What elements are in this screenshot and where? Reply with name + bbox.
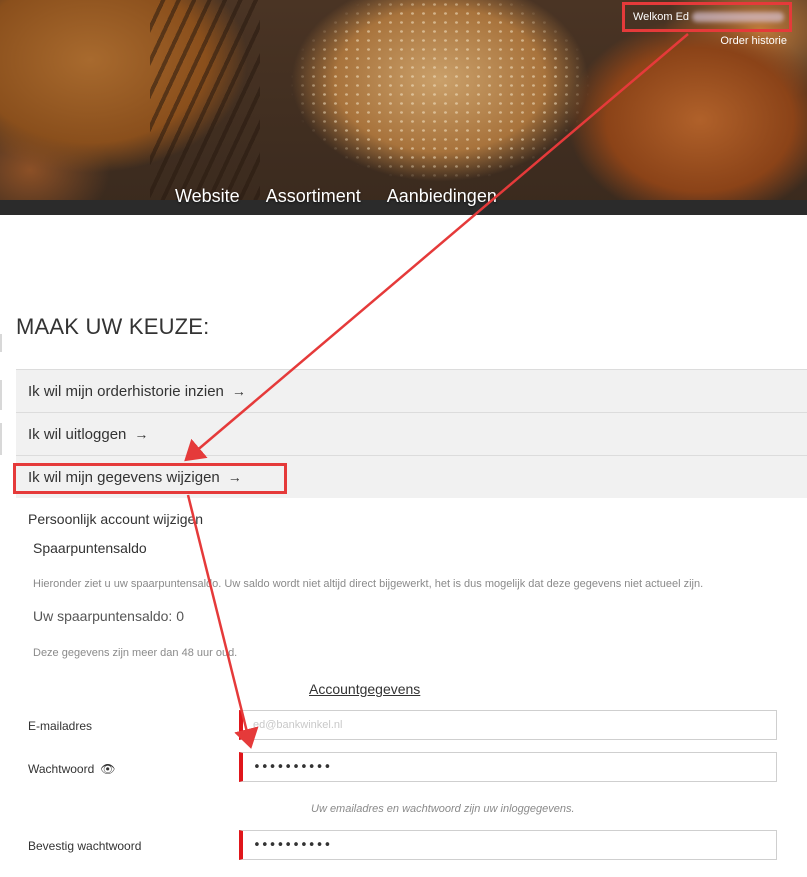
password-field[interactable] — [239, 752, 777, 782]
accordion-order-history[interactable]: Ik wil mijn orderhistorie inzien → — [16, 369, 807, 412]
accordion-label: Ik wil mijn orderhistorie inzien — [28, 382, 224, 400]
points-note: Hieronder ziet u uw spaarpuntensaldo. Uw… — [33, 578, 704, 590]
account-heading: Persoonlijk account wijzigen — [28, 511, 204, 527]
edge-divider — [0, 423, 2, 455]
arrow-right-icon: → — [134, 426, 149, 442]
age-note: Deze gegevens zijn meer dan 48 uur oud. — [33, 647, 238, 659]
header-banner — [0, 0, 807, 215]
accordion-label: Ik wil mijn gegevens wijzigen — [28, 468, 220, 486]
welcome-user[interactable]: Welkom Ed — [622, 2, 792, 32]
accordion-logout[interactable]: Ik wil uitloggen → — [16, 412, 807, 455]
order-history-link[interactable]: Order historie — [720, 35, 787, 47]
email-label: E-mailadres — [28, 719, 93, 733]
confirm-password-field[interactable] — [239, 830, 777, 860]
page-title: MAAK UW KEUZE: — [16, 314, 210, 339]
points-balance: Uw spaarpuntensaldo: 0 — [33, 608, 184, 624]
annotation-arrow — [186, 494, 259, 749]
password-label-text: Wachtwoord — [28, 762, 95, 776]
email-field[interactable] — [239, 710, 777, 740]
welcome-text: Welkom Ed — [633, 11, 690, 23]
eye-icon[interactable]: 👁 — [100, 762, 115, 776]
password-label: Wachtwoord 👁 — [28, 762, 115, 776]
arrow-right-icon: → — [227, 469, 242, 485]
blurred-username — [692, 12, 785, 23]
confirm-password-label: Bevestig wachtwoord — [28, 839, 142, 853]
nav-aanbiedingen[interactable]: Aanbiedingen — [387, 186, 497, 207]
arrow-right-icon: → — [231, 383, 246, 399]
edge-divider — [0, 334, 2, 352]
bread-seeds-texture — [0, 0, 807, 215]
nav-assortiment[interactable]: Assortiment — [266, 186, 361, 207]
edge-divider — [0, 380, 2, 410]
nav-website[interactable]: Website — [175, 186, 240, 207]
login-hint: Uw emailadres en wachtwoord zijn uw inlo… — [311, 803, 575, 815]
accordion-edit-details[interactable]: Ik wil mijn gegevens wijzigen → — [13, 455, 807, 498]
choice-accordion: Ik wil mijn orderhistorie inzien → Ik wi… — [13, 369, 807, 498]
accordion-label: Ik wil uitloggen — [28, 425, 127, 443]
points-title: Spaarpuntensaldo — [33, 540, 147, 556]
main-nav: Website Assortiment Aanbiedingen — [175, 186, 497, 207]
account-details-heading: Accountgegevens — [309, 681, 421, 697]
